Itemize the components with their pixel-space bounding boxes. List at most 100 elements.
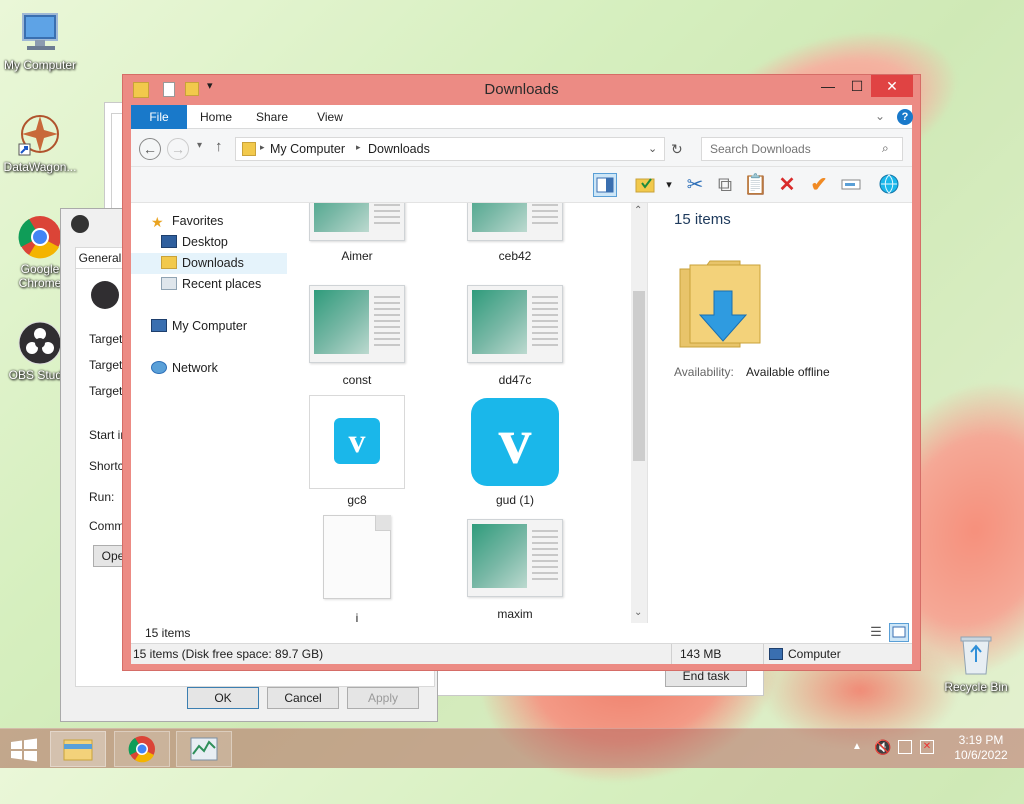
delete-icon[interactable]: ✕ — [775, 173, 799, 197]
back-button[interactable]: ← — [139, 138, 161, 160]
scroll-down-icon[interactable]: ⌄ — [634, 607, 642, 618]
search-input[interactable] — [708, 141, 878, 157]
clock[interactable]: 3:19 PM 10/6/2022 — [946, 733, 1016, 763]
file-item[interactable]: const — [297, 285, 417, 387]
desktop-icon-recycle-bin[interactable]: Recycle Bin — [936, 632, 1016, 694]
nav-network[interactable]: Network — [151, 358, 218, 379]
nav-downloads[interactable]: Downloads — [131, 253, 287, 274]
tab-general[interactable]: General — [75, 247, 125, 269]
preview-pane-icon[interactable] — [593, 173, 617, 197]
tab-view[interactable]: View — [305, 105, 355, 129]
scroll-up-icon[interactable]: ⌃ — [634, 205, 642, 216]
explorer-window[interactable]: ▾ Downloads — ☐ ✕ File Home Share View ⌄… — [122, 74, 921, 671]
window-title: Downloads — [484, 81, 559, 98]
paste-icon[interactable]: 📋 — [743, 173, 768, 197]
image-thumbnail — [467, 519, 563, 597]
rename-icon[interactable] — [839, 173, 863, 197]
field-label: Run: — [89, 490, 115, 504]
disk-free-space: 15 items (Disk free space: 89.7 GB) — [133, 647, 324, 661]
details-pane: 15 items Availability: Available offline — [647, 203, 912, 623]
image-thumbnail — [467, 285, 563, 363]
file-item[interactable]: v gc8 — [297, 395, 417, 507]
desktop-icon-label: Recycle Bin — [944, 680, 1008, 694]
search-box[interactable]: ⌕ — [701, 137, 903, 161]
volume-muted-icon[interactable]: 🔇 — [874, 739, 891, 756]
collapse-ribbon-icon[interactable]: ⌄ — [875, 109, 885, 123]
nav-label: Favorites — [172, 214, 224, 228]
refresh-icon[interactable]: ↻ — [671, 141, 683, 158]
nav-my-computer[interactable]: My Computer — [151, 316, 247, 337]
copy-icon[interactable]: ⧉ — [713, 173, 737, 197]
recycle-bin-icon — [953, 632, 999, 678]
nav-desktop[interactable]: Desktop — [161, 232, 228, 253]
explorer-body: File Home Share View ⌄ ? ← → ▾ ↑ ▸ My Co… — [131, 105, 913, 664]
chrome-icon — [17, 214, 63, 260]
file-item[interactable]: maxim — [455, 519, 575, 621]
file-item[interactable]: ceb42 — [455, 203, 575, 263]
task-manager-icon[interactable] — [176, 731, 232, 767]
taskbar: ▲ 🔇 ✕ 3:19 PM 10/6/2022 — [0, 728, 1024, 768]
details-view-icon[interactable]: ☰ — [867, 624, 885, 642]
show-hidden-icons-chevron[interactable]: ▲ — [852, 741, 862, 752]
globe-icon[interactable] — [877, 173, 901, 197]
apply-button[interactable]: Apply — [347, 687, 419, 709]
tab-file[interactable]: File — [131, 105, 187, 129]
command-toolbar: ▾ ✂ ⧉ 📋 ✕ ✔ — [131, 167, 912, 203]
tab-home[interactable]: Home — [191, 105, 241, 129]
help-icon[interactable]: ? — [897, 109, 913, 125]
vimeo-thumbnail: v — [309, 395, 405, 489]
obs-icon — [17, 320, 63, 366]
breadcrumb-my-computer[interactable]: My Computer — [270, 142, 345, 156]
selection-size: 143 MB — [680, 647, 722, 661]
folder-check-icon[interactable] — [633, 173, 657, 197]
field-label: Target: — [89, 384, 126, 398]
desktop-icon-my-computer[interactable]: My Computer — [0, 10, 80, 72]
checkmark-icon[interactable]: ✔ — [807, 173, 831, 197]
star-icon: ★ — [151, 214, 164, 230]
scrollbar-thumb[interactable] — [633, 291, 645, 461]
desktop-icon-label: My Computer — [3, 58, 77, 72]
field-label: Target — [89, 358, 123, 372]
title-bar[interactable]: ▾ Downloads — ☐ ✕ — [123, 75, 920, 105]
nav-recent-places[interactable]: Recent places — [161, 274, 261, 295]
start-windows-icon[interactable] — [10, 738, 38, 762]
minimize-button[interactable]: — — [813, 75, 843, 97]
file-name: maxim — [497, 607, 533, 621]
ok-button[interactable]: OK — [187, 687, 259, 709]
cut-icon[interactable]: ✂ — [683, 173, 707, 197]
blank-file-icon — [323, 515, 391, 599]
search-icon[interactable]: ⌕ — [882, 141, 889, 156]
file-item[interactable]: dd47c — [455, 285, 575, 387]
recent-locations-chevron-icon[interactable]: ▾ — [197, 140, 202, 151]
network-icon — [151, 361, 167, 374]
file-list-scrollbar[interactable]: ⌃ ⌄ — [631, 203, 647, 623]
network-status-icon[interactable] — [898, 740, 912, 754]
file-item[interactable]: v gud (1) — [455, 395, 575, 507]
file-item[interactable]: i — [297, 515, 417, 623]
up-button[interactable]: ↑ — [215, 138, 223, 155]
desktop-icon-datawagon[interactable]: DataWagon... — [0, 112, 80, 174]
file-name: ceb42 — [498, 249, 532, 263]
action-center-icon[interactable]: ✕ — [920, 740, 934, 754]
file-item[interactable]: Aimer — [297, 203, 417, 263]
file-name: i — [355, 611, 359, 623]
address-bar[interactable]: ▸ My Computer ▸ Downloads ⌄ — [235, 137, 665, 161]
breadcrumb-downloads[interactable]: Downloads — [368, 142, 430, 156]
close-button[interactable]: ✕ — [871, 75, 913, 97]
file-explorer-icon[interactable] — [50, 731, 106, 767]
forward-button[interactable]: → — [167, 138, 189, 160]
address-dropdown-icon[interactable]: ⌄ — [648, 142, 657, 155]
details-bar: 15 items (Disk free space: 89.7 GB) 143 … — [131, 643, 912, 664]
maximize-button[interactable]: ☐ — [843, 75, 871, 97]
cancel-button[interactable]: Cancel — [267, 687, 339, 709]
nav-label: My Computer — [172, 319, 248, 333]
desktop-icon-label: Google Chrome — [18, 262, 62, 290]
tab-share[interactable]: Share — [247, 105, 297, 129]
obs-icon — [71, 215, 89, 233]
folder-options-chevron-icon[interactable]: ▾ — [657, 173, 681, 197]
status-bar: 15 items ☰ — [131, 623, 912, 643]
large-icons-view-icon[interactable] — [889, 623, 909, 642]
nav-favorites[interactable]: ★ Favorites — [151, 211, 223, 232]
chrome-icon[interactable] — [114, 731, 170, 767]
item-count-heading: 15 items — [674, 211, 731, 228]
